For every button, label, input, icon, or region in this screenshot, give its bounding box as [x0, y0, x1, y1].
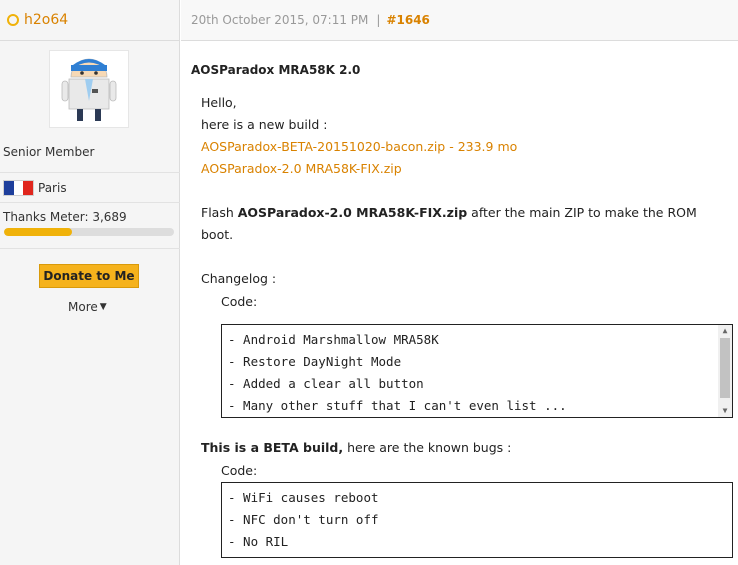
code-line: - NFC don't turn off	[228, 512, 379, 527]
post-number-link[interactable]: #1646	[386, 13, 429, 27]
user-title: Senior Member	[3, 145, 95, 159]
location-label: Paris	[38, 181, 67, 195]
changelog-label: Changelog :	[201, 271, 277, 286]
code-scrollbar[interactable]: ▲ ▼	[718, 325, 732, 417]
code-line: - WiFi causes reboot	[228, 490, 379, 505]
more-label: More	[68, 300, 98, 314]
user-header: h2o64	[0, 0, 179, 41]
code-line: - Restore DayNight Mode	[228, 354, 402, 369]
code-line: - Added a clear all button	[228, 376, 424, 391]
post-date: 20th October 2015, 07:11 PM	[191, 13, 369, 27]
bugs-code-box[interactable]: - WiFi causes reboot - NFC don't turn of…	[221, 482, 733, 558]
france-flag-icon	[3, 180, 34, 196]
scroll-up-icon[interactable]: ▲	[718, 325, 732, 337]
user-location: Paris	[3, 180, 67, 196]
intro-text: here is a new build :	[201, 117, 328, 132]
scroll-down-icon[interactable]: ▼	[718, 405, 732, 417]
code-line: - No RIL	[228, 534, 289, 549]
post-header: 20th October 2015, 07:11 PM | #1646	[181, 0, 738, 41]
beta-notice: This is a BETA build, here are the known…	[201, 440, 512, 455]
thanks-meter-bar	[4, 228, 174, 236]
post-separator: |	[376, 13, 381, 27]
donate-button[interactable]: Donate to Me	[39, 264, 139, 288]
divider	[0, 172, 180, 173]
code-label: Code:	[221, 463, 258, 478]
changelog-code-box[interactable]: - Android Marshmallow MRA58K - Restore D…	[221, 324, 733, 418]
download-link-main[interactable]: AOSParadox-BETA-20151020-bacon.zip - 233…	[201, 139, 517, 154]
download-link-fix[interactable]: AOSParadox-2.0 MRA58K-FIX.zip	[201, 161, 402, 176]
scrollbar-thumb[interactable]	[720, 338, 730, 398]
divider	[0, 202, 180, 203]
thanks-meter-label: Thanks Meter: 3,689	[3, 210, 127, 224]
thanks-meter-fill	[4, 228, 72, 236]
user-sidebar: h2o64 Senior Member Paris Thanks Meter: …	[0, 0, 180, 565]
android-avatar-icon	[61, 58, 117, 121]
fix-zip-name: AOSParadox-2.0 MRA58K-FIX.zip	[237, 205, 468, 220]
divider	[0, 248, 180, 249]
code-label: Code:	[221, 294, 258, 309]
greeting-text: Hello,	[201, 95, 237, 110]
flash-instruction: Flash AOSParadox-2.0 MRA58K-FIX.zip afte…	[201, 205, 697, 220]
code-line: - Android Marshmallow MRA58K	[228, 332, 439, 347]
code-line: - Many other stuff that I can't even lis…	[228, 398, 567, 413]
online-status-icon	[7, 14, 19, 26]
flash-instruction-cont: boot.	[201, 227, 234, 242]
more-button[interactable]: More ▼	[68, 300, 107, 314]
username-link[interactable]: h2o64	[24, 12, 68, 28]
caret-down-icon: ▼	[99, 302, 107, 312]
avatar[interactable]	[49, 50, 129, 128]
post-title: AOSParadox MRA58K 2.0	[191, 63, 361, 77]
